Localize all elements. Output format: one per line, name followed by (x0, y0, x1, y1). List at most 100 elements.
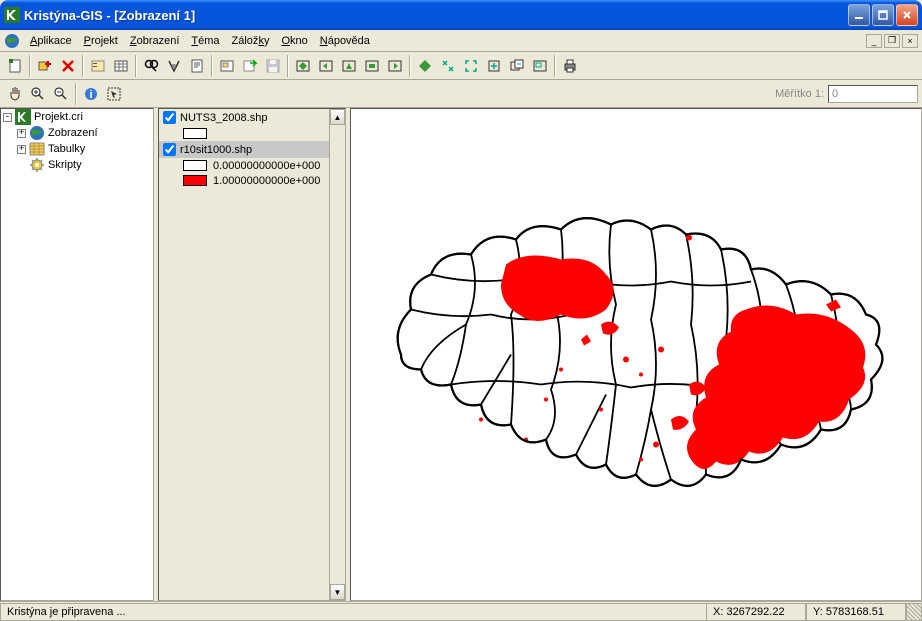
toolbar-separator (75, 83, 77, 105)
zoom-1to1-button[interactable] (437, 55, 459, 77)
export-button[interactable] (239, 55, 261, 77)
toolbar-main (0, 52, 922, 80)
scale-display: Měřítko 1: (775, 85, 918, 103)
layer-swatch (183, 128, 207, 139)
script-button[interactable] (186, 55, 208, 77)
menu-okno[interactable]: Okno (275, 33, 313, 49)
scroll-up-button[interactable]: ▲ (330, 109, 345, 125)
zoom-in-tool-button[interactable] (27, 83, 49, 105)
toolbar-view: i Měřítko 1: (0, 80, 922, 108)
menu-aplikace[interactable]: Aplikace (24, 33, 78, 49)
pan-tool-button[interactable] (4, 83, 26, 105)
save-button[interactable] (262, 55, 284, 77)
toolbar-separator (554, 55, 556, 77)
map-canvas[interactable] (351, 109, 921, 600)
class-label: 0.00000000000e+000 (213, 160, 320, 172)
window-buttons (848, 4, 918, 26)
toc-layer-nuts3[interactable]: NUTS3_2008.shp (159, 109, 345, 126)
delete-button[interactable] (57, 55, 79, 77)
scroll-down-button[interactable]: ▼ (330, 584, 345, 600)
status-message: Kristýna je připravena ... (0, 603, 706, 621)
toolbar-separator (135, 55, 137, 77)
menu-projekt-label: rojekt (91, 35, 118, 47)
app-icon (4, 7, 20, 23)
toc-class-row-1: 1.00000000000e+000 (159, 173, 345, 188)
workspace: - Projekt.cri + Zobrazení + Tabulky Skri… (0, 108, 922, 601)
find-button[interactable] (140, 55, 162, 77)
table-button[interactable] (110, 55, 132, 77)
map-view[interactable] (350, 108, 922, 601)
zoom-out-tool-button[interactable] (50, 83, 72, 105)
toolbar-separator (287, 55, 289, 77)
menu-tema-label: éma (198, 35, 219, 47)
class-label: 1.00000000000e+000 (213, 175, 320, 187)
scale-input[interactable] (828, 85, 918, 103)
mdi-close-button[interactable]: × (902, 34, 918, 48)
refresh-button[interactable] (414, 55, 436, 77)
lock-view-button[interactable] (483, 55, 505, 77)
toc-panel[interactable]: NUTS3_2008.shp r10sit1000.shp 0.00000000… (158, 108, 346, 601)
zoom-sel-button[interactable] (361, 55, 383, 77)
mdi-minimize-button[interactable]: _ (866, 34, 882, 48)
zoom-prev-button[interactable] (315, 55, 337, 77)
menu-tema[interactable]: Téma (185, 33, 225, 49)
svg-text:i: i (89, 89, 92, 101)
tree-tables-label: Tabulky (48, 143, 85, 155)
menu-zalozky[interactable]: Záložky (226, 33, 276, 49)
expand-icon[interactable]: + (17, 129, 26, 138)
fit-window-button[interactable] (460, 55, 482, 77)
layer-visibility-checkbox[interactable] (163, 111, 176, 124)
tree-root[interactable]: - Projekt.cri (1, 109, 153, 125)
status-x: X: 3267292.22 (706, 603, 806, 621)
new-project-button[interactable] (4, 55, 26, 77)
toolbar-separator (409, 55, 411, 77)
query-button[interactable] (163, 55, 185, 77)
minimize-button[interactable] (848, 4, 870, 26)
zoom-next-button[interactable] (384, 55, 406, 77)
layer-name-label: NUTS3_2008.shp (180, 112, 267, 124)
zoom-full-button[interactable] (292, 55, 314, 77)
identify-tool-button[interactable]: i (80, 83, 102, 105)
project-tree-panel[interactable]: - Projekt.cri + Zobrazení + Tabulky Skri… (0, 108, 154, 601)
menu-projekt[interactable]: Projekt (78, 33, 124, 49)
layer-name-label: r10sit1000.shp (180, 144, 252, 156)
zoom-theme-button[interactable] (338, 55, 360, 77)
maximize-button[interactable] (872, 4, 894, 26)
toc-swatch-row (159, 126, 345, 141)
menu-aplikace-label: plikace (37, 35, 71, 47)
globe-icon (29, 125, 45, 141)
tree-node-scripts[interactable]: Skripty (1, 157, 153, 173)
properties-button[interactable] (87, 55, 109, 77)
status-y: Y: 5783168.51 (806, 603, 906, 621)
print-button[interactable] (559, 55, 581, 77)
layer-visibility-checkbox[interactable] (163, 143, 176, 156)
mdi-buttons: _ ❐ × (866, 34, 918, 48)
menu-zalozky-label: Zálož (232, 35, 259, 47)
overview-button[interactable] (529, 55, 551, 77)
window-title: Kristýna-GIS - [Zobrazení 1] (24, 8, 848, 23)
tree-node-tables[interactable]: + Tabulky (1, 141, 153, 157)
expand-icon[interactable]: + (17, 145, 26, 154)
menu-zobrazeni[interactable]: Zobrazení (124, 33, 186, 49)
select-tool-button[interactable] (103, 83, 125, 105)
toc-scrollbar[interactable]: ▲ ▼ (329, 109, 345, 600)
add-theme-button[interactable] (34, 55, 56, 77)
mdi-restore-button[interactable]: ❐ (884, 34, 900, 48)
toolbar-separator (29, 55, 31, 77)
toolbar-separator (82, 55, 84, 77)
globe-icon (4, 33, 20, 49)
layout-button[interactable] (216, 55, 238, 77)
project-icon (15, 109, 31, 125)
collapse-icon[interactable]: - (3, 113, 12, 122)
tree-node-views[interactable]: + Zobrazení (1, 125, 153, 141)
close-button[interactable] (896, 4, 918, 26)
tree-views-label: Zobrazení (48, 127, 98, 139)
gear-icon (29, 157, 45, 173)
menu-napoveda[interactable]: Nápověda (314, 33, 376, 49)
tree-root-label: Projekt.cri (34, 111, 83, 123)
toc-layer-r10sit[interactable]: r10sit1000.shp (159, 141, 345, 158)
statusbar: Kristýna je připravena ... X: 3267292.22… (0, 601, 922, 621)
resize-grip[interactable] (906, 603, 922, 621)
copy-view-button[interactable] (506, 55, 528, 77)
titlebar: Kristýna-GIS - [Zobrazení 1] (0, 0, 922, 30)
